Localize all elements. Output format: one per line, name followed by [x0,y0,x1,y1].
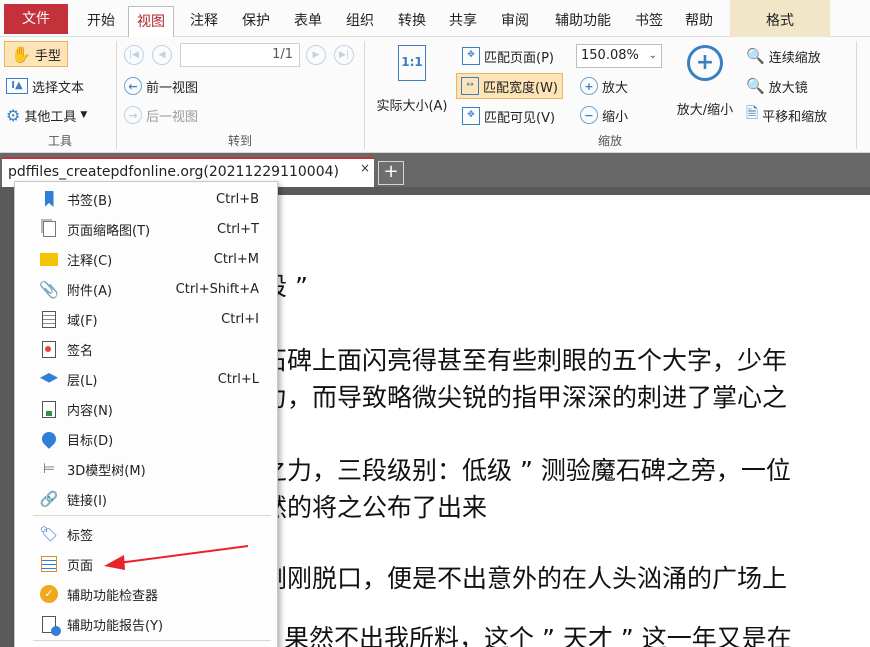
annotation-arrow [104,545,249,570]
arrow-head [104,555,125,570]
arrow-shaft [117,545,249,564]
